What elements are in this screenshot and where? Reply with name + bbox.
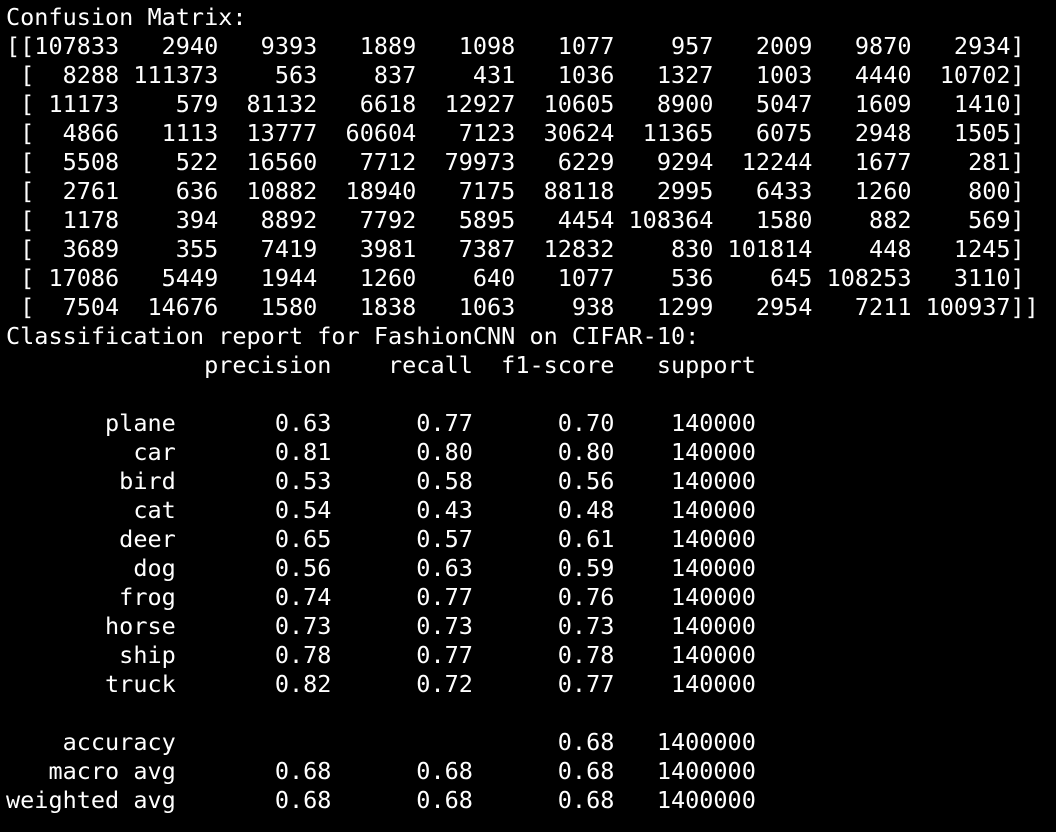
confusion-matrix-row-7: [ 1178 394 8892 7792 5895 4454 108364 15… [6, 206, 1025, 234]
confusion-matrix-row-4: [ 4866 1113 13777 60604 7123 30624 11365… [6, 119, 1025, 147]
confusion-matrix-row-5: [ 5508 522 16560 7712 79973 6229 9294 12… [6, 148, 1025, 176]
terminal-window[interactable]: Confusion Matrix: [[107833 2940 9393 188… [0, 0, 1056, 832]
confusion-matrix-row-1: [[107833 2940 9393 1889 1098 1077 957 20… [6, 32, 1025, 60]
confusion-matrix-row-10: [ 7504 14676 1580 1838 1063 938 1299 295… [6, 293, 1039, 321]
confusion-matrix-title: Confusion Matrix: [6, 3, 247, 31]
confusion-matrix-row-9: [ 17086 5449 1944 1260 640 1077 536 645 … [6, 264, 1025, 292]
report-row-ship: ship 0.78 0.77 0.78 140000 [6, 641, 756, 669]
confusion-matrix-row-2: [ 8288 111373 563 837 431 1036 1327 1003… [6, 61, 1025, 89]
report-row-plane: plane 0.63 0.77 0.70 140000 [6, 409, 756, 437]
report-row-truck: truck 0.82 0.72 0.77 140000 [6, 670, 756, 698]
report-row-accuracy: accuracy 0.68 1400000 [6, 728, 756, 756]
report-row-dog: dog 0.56 0.63 0.59 140000 [6, 554, 756, 582]
report-row-car: car 0.81 0.80 0.80 140000 [6, 438, 756, 466]
confusion-matrix-row-6: [ 2761 636 10882 18940 7175 88118 2995 6… [6, 177, 1025, 205]
report-row-deer: deer 0.65 0.57 0.61 140000 [6, 525, 756, 553]
report-row-macro-avg: macro avg 0.68 0.68 0.68 1400000 [6, 757, 756, 785]
report-row-weighted-avg: weighted avg 0.68 0.68 0.68 1400000 [6, 786, 756, 814]
report-row-bird: bird 0.53 0.58 0.56 140000 [6, 467, 756, 495]
classification-report-title: Classification report for FashionCNN on … [6, 322, 700, 350]
report-row-frog: frog 0.74 0.77 0.76 140000 [6, 583, 756, 611]
report-header-row: precision recall f1-score support [6, 351, 756, 379]
confusion-matrix-row-3: [ 11173 579 81132 6618 12927 10605 8900 … [6, 90, 1025, 118]
confusion-matrix-row-8: [ 3689 355 7419 3981 7387 12832 830 1018… [6, 235, 1025, 263]
report-row-cat: cat 0.54 0.43 0.48 140000 [6, 496, 756, 524]
report-row-horse: horse 0.73 0.73 0.73 140000 [6, 612, 756, 640]
